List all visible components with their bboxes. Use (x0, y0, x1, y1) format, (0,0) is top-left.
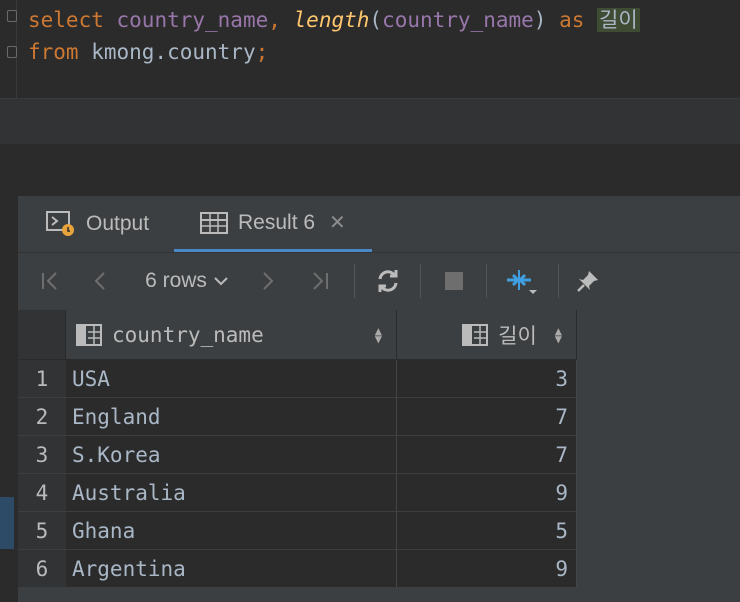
column-icon (462, 323, 489, 346)
cell-country-name[interactable]: Australia (66, 474, 397, 512)
editor-status-band (0, 98, 740, 145)
column-header-length[interactable]: 길이 ▲ ▼ (397, 310, 577, 360)
fold-marker-icon[interactable] (7, 10, 17, 22)
cell-country-name[interactable]: Argentina (66, 550, 397, 588)
stop-button[interactable] (434, 254, 474, 308)
first-page-icon (42, 272, 57, 290)
tab-output[interactable]: Output (46, 196, 149, 252)
tab-output-label: Output (86, 212, 150, 235)
cell-length[interactable]: 7 (397, 398, 577, 436)
next-page-icon (263, 272, 274, 290)
column-identifier: country_name (382, 8, 534, 32)
prev-page-button[interactable] (82, 254, 118, 308)
cell-country-name[interactable]: S.Korea (66, 436, 397, 474)
pin-button[interactable] (568, 254, 608, 308)
last-page-button[interactable] (302, 254, 338, 308)
compare-arrows-icon (507, 270, 537, 294)
column-identifier: country_name (116, 8, 269, 32)
first-page-button[interactable] (32, 254, 68, 308)
sort-toggle-icon[interactable]: ▲ ▼ (375, 325, 382, 345)
table-grid-icon (200, 211, 228, 234)
cell-country-name[interactable]: England (66, 398, 397, 436)
toolbar-separator (486, 264, 487, 298)
prev-page-icon (94, 272, 105, 290)
toolbar-separator (558, 264, 559, 298)
toolbar-separator (354, 264, 355, 298)
pin-icon (577, 271, 598, 292)
refresh-button[interactable] (368, 254, 408, 308)
cell-country-name[interactable]: USA (66, 360, 397, 398)
keyword-from: from (28, 40, 79, 64)
keyword-select: select (28, 8, 104, 32)
last-page-icon (313, 272, 328, 290)
refresh-icon (378, 270, 398, 292)
sort-toggle-icon[interactable]: ▲ ▼ (555, 325, 562, 345)
toolbar-separator (420, 264, 421, 298)
row-number[interactable]: 6 (18, 550, 66, 588)
paren-close: ) (533, 8, 547, 32)
tab-result-6[interactable]: Result 6 ✕ (174, 196, 372, 252)
output-console-icon (46, 211, 76, 237)
cell-length[interactable]: 9 (397, 474, 577, 512)
code-line-1: select country_name, length(country_name… (28, 4, 640, 34)
row-number[interactable]: 3 (18, 436, 66, 474)
cell-length[interactable]: 7 (397, 436, 577, 474)
fold-marker-icon[interactable] (7, 46, 17, 58)
row-number[interactable]: 1 (18, 360, 66, 398)
stop-icon (445, 272, 463, 290)
paren-open: ( (369, 8, 383, 32)
comma: , (268, 8, 294, 32)
column-icon (76, 323, 102, 346)
empty-area (0, 144, 740, 196)
column-header-label: country_name (112, 322, 264, 347)
results-panel: Output Result 6 ✕ 6 rows country_name ▲ … (18, 196, 740, 602)
selection-marker (0, 497, 14, 549)
results-tabs: Output Result 6 ✕ (18, 196, 740, 253)
alias-identifier: 길이 (597, 8, 640, 32)
next-page-button[interactable] (250, 254, 286, 308)
sql-editor[interactable]: select country_name, length(country_name… (0, 0, 740, 98)
keyword-as: as (546, 8, 597, 32)
code-line-2: from kmong.country; (28, 40, 268, 64)
cell-country-name[interactable]: Ghana (66, 512, 397, 550)
row-number[interactable]: 4 (18, 474, 66, 512)
chevron-down-icon (214, 277, 228, 286)
table-identifier: kmong.country (78, 40, 256, 64)
results-toolbar: 6 rows (18, 254, 740, 308)
rows-count-dropdown[interactable]: 6 rows (134, 254, 240, 308)
semicolon: ; (255, 40, 269, 64)
cell-length[interactable]: 5 (397, 512, 577, 550)
rows-count-label: 6 rows (145, 269, 207, 292)
cell-length[interactable]: 9 (397, 550, 577, 588)
column-header-country-name[interactable]: country_name ▲ ▼ (66, 310, 397, 360)
compare-button[interactable] (500, 254, 544, 308)
cell-length[interactable]: 3 (397, 360, 577, 398)
function-length: length (293, 8, 370, 32)
row-number[interactable]: 5 (18, 512, 66, 550)
column-header-label: 길이 (498, 323, 537, 348)
tab-result-label: Result 6 (238, 210, 316, 234)
close-tab-icon[interactable]: ✕ (329, 210, 346, 235)
row-number[interactable]: 2 (18, 398, 66, 436)
grid-corner (18, 310, 66, 360)
